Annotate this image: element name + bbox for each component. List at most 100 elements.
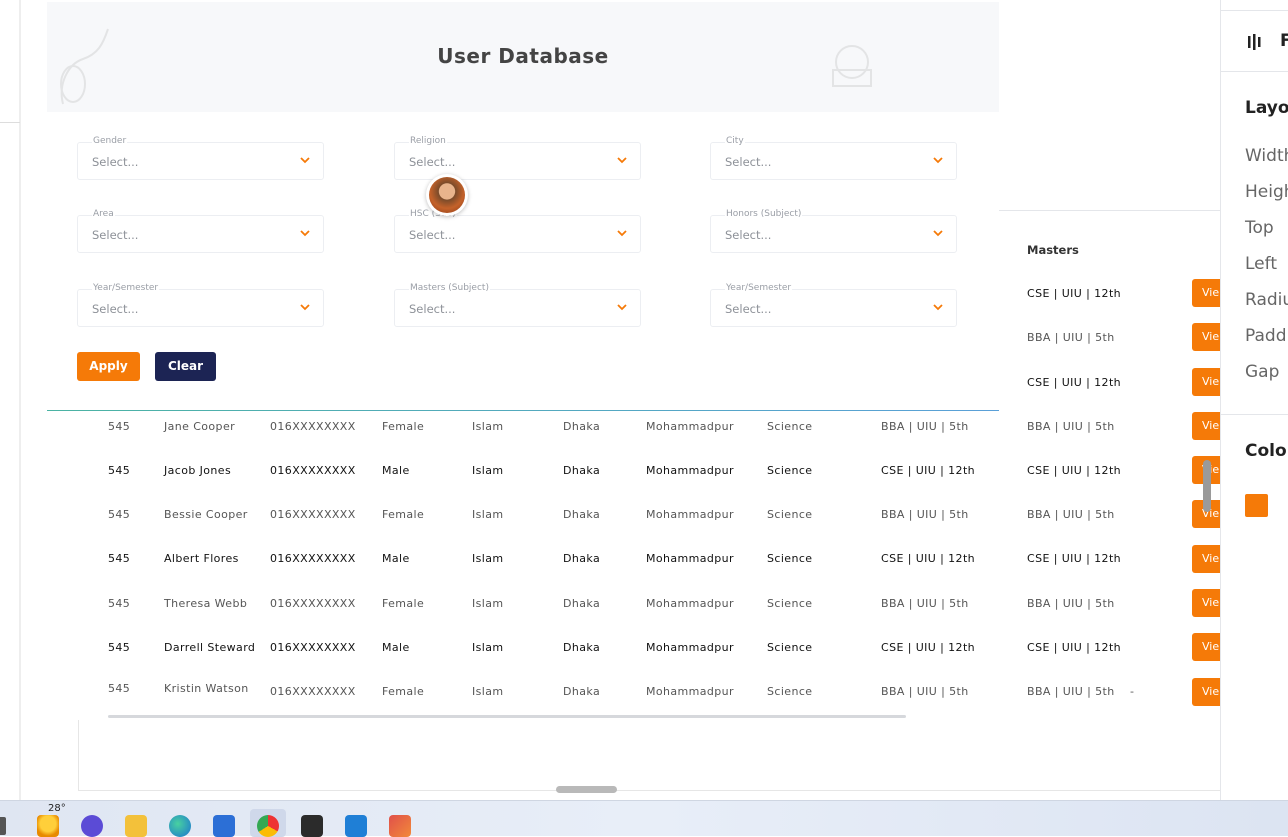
chevron-down-icon (300, 230, 310, 237)
left-strip (0, 0, 20, 800)
left-property[interactable]: Left (1245, 254, 1277, 274)
gender-placeholder: Select... (92, 155, 139, 169)
gender-select[interactable]: Gender Select... (77, 136, 324, 180)
weather-icon[interactable] (37, 815, 59, 837)
top-property[interactable]: Top (1245, 218, 1274, 238)
row-name: Albert Flores (164, 552, 239, 565)
apply-button[interactable]: Apply (77, 352, 140, 381)
row-name: Jacob Jones (164, 464, 232, 477)
row-honors: CSE | UIU | 12th (881, 464, 976, 477)
row-honors: BBA | UIU | 5th (881, 508, 969, 521)
snipping-tool-icon[interactable] (389, 815, 411, 837)
row-gender: Male (382, 552, 410, 565)
city-select[interactable]: City Select... (710, 136, 957, 180)
row-id: 545 (108, 420, 131, 433)
view-button[interactable]: Vie (1192, 633, 1220, 661)
row-religion: Islam (472, 552, 504, 565)
view-button[interactable]: Vie (1192, 678, 1220, 706)
honors-select[interactable]: Honors (Subject) Select... (710, 209, 957, 253)
year-semester-select[interactable]: Year/Semester Select... (77, 283, 324, 327)
row-area: Mohammadpur (646, 685, 734, 698)
align-bars-icon[interactable] (1247, 34, 1265, 50)
color-swatch[interactable] (1245, 494, 1268, 517)
file-explorer-icon[interactable] (125, 815, 147, 837)
row-honors: CSE | UIU | 12th (881, 552, 976, 565)
row-gender: Male (382, 464, 410, 477)
vertical-scroll-thumb[interactable] (1203, 460, 1211, 512)
container-border (78, 790, 1220, 791)
row-id: 545 (108, 682, 131, 695)
row-honors: CSE | UIU | 12th (881, 641, 976, 654)
padding-property[interactable]: Paddi (1245, 326, 1288, 346)
start-icon[interactable] (0, 817, 6, 835)
table-row: 545 Albert Flores 016XXXXXXXX Male Islam… (0, 552, 1220, 572)
row-religion: Islam (472, 597, 504, 610)
row-masters: BBA | UIU | 5th (1027, 597, 1115, 610)
view-button[interactable]: Vie (1192, 323, 1220, 351)
weather-temperature: 28° (48, 803, 66, 814)
row-honors: BBA | UIU | 5th (881, 420, 969, 433)
row-city: Dhaka (563, 552, 601, 565)
panel-divider (1221, 71, 1288, 72)
view-button[interactable]: Vie (1192, 279, 1220, 307)
chevron-down-icon (300, 157, 310, 164)
row-phone: 016XXXXXXXX (270, 508, 356, 521)
row-phone: 016XXXXXXXX (270, 552, 356, 565)
row-city: Dhaka (563, 685, 601, 698)
canvas-scroll-thumb[interactable] (556, 786, 617, 793)
row-masters: CSE | UIU | 12th (1027, 552, 1122, 565)
hsc-select[interactable]: HSC (Sub) Select... (394, 209, 641, 253)
height-property[interactable]: Heigh (1245, 182, 1288, 202)
year-semester-placeholder: Select... (92, 302, 139, 316)
row-gender: Female (382, 597, 425, 610)
year-semester-2-placeholder: Select... (725, 302, 772, 316)
row-name: Bessie Cooper (164, 508, 248, 521)
row-city: Dhaka (563, 641, 601, 654)
terminal-icon[interactable] (301, 815, 323, 837)
chrome-icon[interactable] (257, 815, 279, 837)
table-horizontal-scrollbar[interactable] (108, 715, 906, 718)
panel-divider (1221, 10, 1288, 11)
vscode-icon[interactable] (345, 815, 367, 837)
row-id: 545 (108, 552, 131, 565)
right-panel-divider (999, 210, 1220, 211)
row-dash: - (1130, 685, 1135, 698)
row-city: Dhaka (563, 508, 601, 521)
store-icon[interactable] (213, 815, 235, 837)
row-hsc: Science (767, 641, 813, 654)
container-border (78, 720, 79, 790)
table-row: 545 Bessie Cooper 016XXXXXXXX Female Isl… (0, 508, 1220, 528)
year-semester-2-select[interactable]: Year/Semester Select... (710, 283, 957, 327)
chevron-down-icon (933, 157, 943, 164)
gap-property[interactable]: Gap (1245, 362, 1279, 382)
row-id: 545 (108, 508, 131, 521)
chat-icon[interactable] (81, 815, 103, 837)
edge-icon[interactable] (169, 815, 191, 837)
row-masters: CSE | UIU | 12th (1027, 641, 1122, 654)
view-button[interactable]: Vie (1192, 368, 1220, 396)
view-button[interactable]: Vie (1192, 412, 1220, 440)
radius-property[interactable]: Radiu (1245, 290, 1288, 310)
view-button[interactable]: Vie (1192, 545, 1220, 573)
clear-button[interactable]: Clear (155, 352, 216, 381)
upper-masters-cell: CSE | UIU | 12th (1027, 287, 1122, 300)
decorative-building-icon (832, 45, 872, 87)
strip-divider (0, 122, 20, 123)
row-name: Darrell Steward (164, 641, 256, 654)
row-id: 545 (108, 464, 131, 477)
avatar[interactable] (426, 174, 468, 216)
honors-placeholder: Select... (725, 228, 772, 242)
religion-select[interactable]: Religion Select... (394, 136, 641, 180)
religion-label: Religion (409, 136, 447, 146)
row-phone: 016XXXXXXXX (270, 420, 356, 433)
area-select[interactable]: Area Select... (77, 209, 324, 253)
honors-label: Honors (Subject) (725, 209, 803, 219)
view-button[interactable]: Vie (1192, 589, 1220, 617)
row-area: Mohammadpur (646, 464, 734, 477)
width-property[interactable]: Width (1245, 146, 1288, 166)
color-section-title: Color (1245, 441, 1288, 461)
masters-select[interactable]: Masters (Subject) Select... (394, 283, 641, 327)
row-honors: BBA | UIU | 5th (881, 685, 969, 698)
row-id: 545 (108, 597, 131, 610)
chevron-down-icon (933, 230, 943, 237)
